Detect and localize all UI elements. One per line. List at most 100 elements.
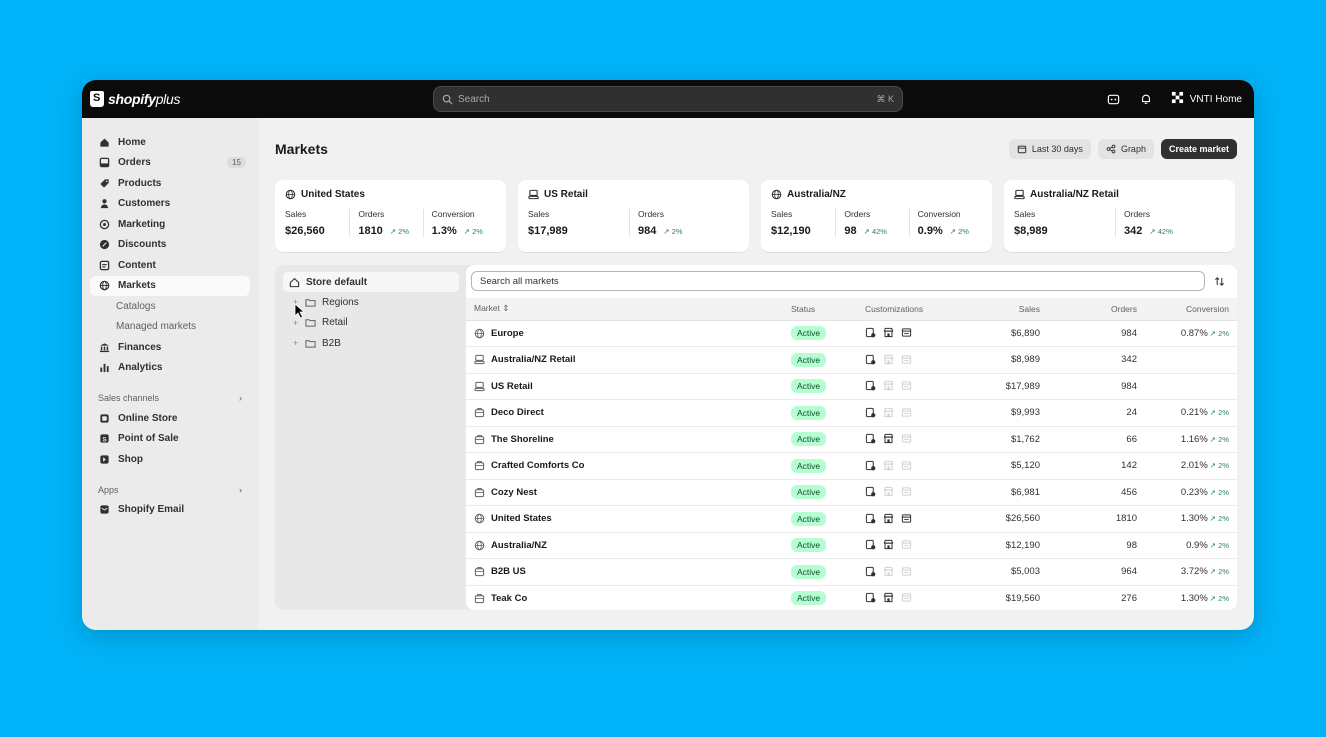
orders-cell: 984	[1040, 373, 1137, 400]
sidebar-item-online-store[interactable]: Online Store	[90, 408, 250, 429]
expand-icon[interactable]: +	[293, 338, 305, 348]
market-name[interactable]: United States	[491, 513, 552, 524]
table-row[interactable]: Australia/NZ Active $12,190 98 0.9% ↗ 2%	[466, 532, 1237, 559]
table-row[interactable]: US Retail Active $17,989 984	[466, 373, 1237, 400]
tree-folder-retail[interactable]: + Retail	[283, 313, 459, 334]
search-icon	[442, 94, 453, 105]
theme-icon[interactable]	[901, 566, 913, 578]
bell-icon[interactable]	[1139, 92, 1153, 106]
globe-icon	[474, 513, 485, 524]
summary-card[interactable]: Australia/NZ Retail Sales $8,989 Orders 34…	[1004, 180, 1235, 252]
sidebar-item-content[interactable]: Content	[90, 255, 250, 276]
market-name[interactable]: The Shoreline	[491, 434, 554, 445]
theme-icon[interactable]	[901, 354, 913, 366]
sales-channels-header[interactable]: Sales channels ›	[90, 388, 250, 408]
market-name[interactable]: Europe	[491, 328, 524, 339]
theme-icon[interactable]	[901, 460, 913, 472]
markets-search-input[interactable]: Search all markets	[471, 271, 1205, 291]
theme-icon[interactable]	[901, 513, 913, 525]
global-search[interactable]: Search ⌘ K	[433, 86, 903, 112]
storefront-icon[interactable]	[883, 460, 895, 472]
sidebar-item-finances[interactable]: Finances	[90, 337, 250, 358]
storefront-icon[interactable]	[883, 407, 895, 419]
catalog-icon[interactable]	[865, 460, 877, 472]
store-switcher[interactable]: VNTI Home	[1171, 91, 1242, 107]
column-market[interactable]: Market ⇕	[466, 298, 791, 321]
market-name[interactable]: Crafted Comforts Co	[491, 460, 584, 471]
sidebar-item-point-of-sale[interactable]: S Point of Sale	[90, 429, 250, 450]
catalog-icon[interactable]	[865, 407, 877, 419]
table-row[interactable]: Europe Active $6,890 984 0.87% ↗ 2%	[466, 320, 1237, 347]
sidebar-item-analytics[interactable]: Analytics	[90, 358, 250, 379]
search-shortcut: ⌘ K	[876, 93, 894, 104]
theme-icon[interactable]	[901, 380, 913, 392]
sidebar-item-customers[interactable]: Customers	[90, 194, 250, 215]
storefront-icon[interactable]	[883, 513, 895, 525]
sidebar-item-shop[interactable]: Shop	[90, 449, 250, 470]
summary-card[interactable]: US Retail Sales $17,989 Orders 984 ↗ 2%	[518, 180, 749, 252]
summary-card[interactable]: United States Sales $26,560 Orders 1810 ↗ 2…	[275, 180, 506, 252]
table-row[interactable]: The Shoreline Active $1,762 66 1.16% ↗ 2%	[466, 426, 1237, 453]
table-row[interactable]: B2B US Active $5,003 964 3.72% ↗ 2%	[466, 558, 1237, 586]
sidebar-item-home[interactable]: Home	[90, 132, 250, 153]
storefront-icon[interactable]	[883, 486, 895, 498]
sidebar-item-catalogs[interactable]: Catalogs	[90, 296, 250, 317]
catalog-icon[interactable]	[865, 539, 877, 551]
storefront-icon[interactable]	[883, 354, 895, 366]
storefront-icon[interactable]	[883, 433, 895, 445]
theme-icon[interactable]	[901, 592, 913, 604]
assistant-icon[interactable]	[1107, 92, 1121, 106]
summary-card[interactable]: Australia/NZ Sales $12,190 Orders 98 ↗ 42% …	[761, 180, 992, 252]
tree-store-default[interactable]: Store default	[283, 272, 459, 292]
catalog-icon[interactable]	[865, 380, 877, 392]
sidebar-item-orders[interactable]: Orders 15	[90, 153, 250, 174]
tree-folder-b2b[interactable]: + B2B	[283, 333, 459, 354]
date-range-button[interactable]: Last 30 days	[1008, 139, 1091, 159]
sidebar-item-products[interactable]: Products	[90, 173, 250, 194]
theme-icon[interactable]	[901, 486, 913, 498]
expand-icon[interactable]: +	[293, 318, 305, 328]
market-name[interactable]: US Retail	[491, 381, 533, 392]
catalog-icon[interactable]	[865, 592, 877, 604]
market-name[interactable]: Deco Direct	[491, 407, 544, 418]
storefront-icon[interactable]	[883, 592, 895, 604]
table-row[interactable]: United States Active $26,560 1810 1.30% ↗ 2%	[466, 505, 1237, 533]
theme-icon[interactable]	[901, 407, 913, 419]
theme-icon[interactable]	[901, 327, 913, 339]
storefront-icon[interactable]	[883, 566, 895, 578]
market-name[interactable]: Cozy Nest	[491, 487, 537, 498]
market-name[interactable]: Australia/NZ	[491, 540, 547, 551]
market-name[interactable]: B2B US	[491, 566, 526, 577]
catalog-icon[interactable]	[865, 486, 877, 498]
table-row[interactable]: Teak Co Active $19,560 276 1.30% ↗ 2%	[466, 585, 1237, 610]
apps-header[interactable]: Apps ›	[90, 480, 250, 500]
tree-folder-regions[interactable]: + Regions	[283, 292, 459, 313]
market-name[interactable]: Teak Co	[491, 593, 527, 604]
table-row[interactable]: Cozy Nest Active $6,981 456 0.23% ↗ 2%	[466, 479, 1237, 506]
storefront-icon[interactable]	[883, 380, 895, 392]
table-row[interactable]: Crafted Comforts Co Active $5,120 142 2.01% ↗…	[466, 452, 1237, 480]
home-outline-icon	[289, 277, 300, 287]
storefront-icon[interactable]	[883, 539, 895, 551]
theme-icon[interactable]	[901, 433, 913, 445]
catalog-icon[interactable]	[865, 566, 877, 578]
theme-icon[interactable]	[901, 539, 913, 551]
catalog-icon[interactable]	[865, 354, 877, 366]
catalog-icon[interactable]	[865, 513, 877, 525]
sidebar-item-managed-markets[interactable]: Managed markets	[90, 317, 250, 338]
sidebar-item-shopify-email[interactable]: Shopify Email	[90, 500, 250, 521]
market-name[interactable]: Australia/NZ Retail	[491, 354, 575, 365]
graph-button[interactable]: Graph	[1097, 139, 1154, 159]
sidebar-item-marketing[interactable]: Marketing	[90, 214, 250, 235]
create-market-button[interactable]: Create market	[1160, 139, 1237, 159]
table-row[interactable]: Australia/NZ Retail Active $8,989 342	[466, 346, 1237, 374]
storefront-icon[interactable]	[883, 327, 895, 339]
table-row[interactable]: Deco Direct Active $9,993 24 0.21% ↗ 2%	[466, 399, 1237, 427]
sidebar-item-discounts[interactable]: Discounts	[90, 235, 250, 256]
catalog-icon[interactable]	[865, 433, 877, 445]
page-title: Markets	[275, 141, 328, 157]
shopify-logo[interactable]: shopifyplus	[82, 91, 180, 107]
sort-button[interactable]	[1209, 271, 1229, 291]
sidebar-item-markets[interactable]: Markets	[90, 275, 250, 296]
catalog-icon[interactable]	[865, 327, 877, 339]
